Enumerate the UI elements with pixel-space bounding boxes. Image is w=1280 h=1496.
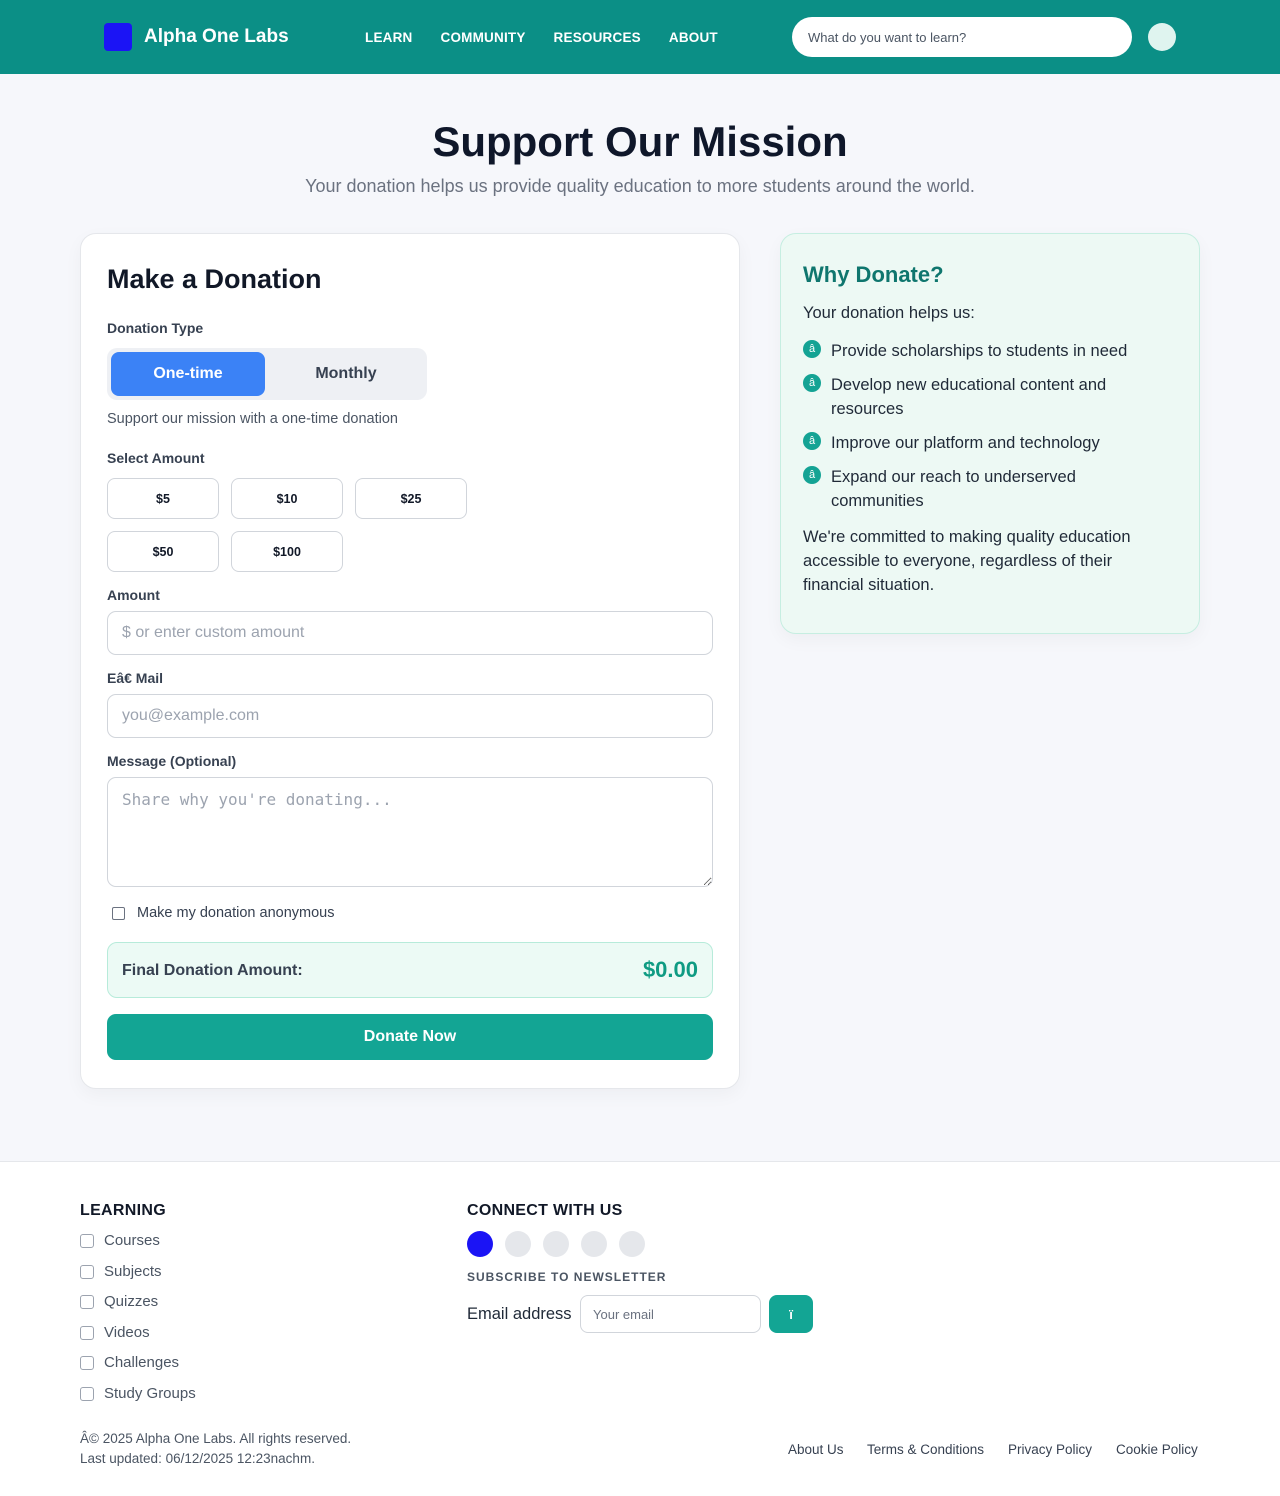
footer-link-privacy[interactable]: Privacy Policy bbox=[1008, 1442, 1092, 1457]
book-icon bbox=[80, 1233, 94, 1248]
trophy-icon bbox=[80, 1355, 94, 1370]
footer-link-study-groups[interactable]: Study Groups bbox=[80, 1385, 196, 1402]
nav-community[interactable]: COMMUNITY bbox=[441, 30, 526, 45]
copyright: Â© 2025 Alpha One Labs. All rights reser… bbox=[80, 1431, 352, 1446]
donate-now-button[interactable]: Donate Now bbox=[107, 1014, 713, 1060]
amount-input[interactable] bbox=[107, 611, 713, 655]
check-bullet-icon: â bbox=[803, 466, 821, 484]
search-input[interactable] bbox=[792, 17, 1132, 57]
email-label: Eâ€ Mail bbox=[107, 670, 164, 686]
footer-link-label: Study Groups bbox=[104, 1385, 196, 1402]
email-field[interactable] bbox=[107, 694, 713, 738]
footer-link-label: Subjects bbox=[104, 1263, 162, 1280]
footer-link-cookie[interactable]: Cookie Policy bbox=[1116, 1442, 1198, 1457]
avatar[interactable] bbox=[1148, 23, 1176, 51]
social-icon[interactable] bbox=[467, 1231, 493, 1257]
message-label: Message (Optional) bbox=[107, 753, 237, 769]
amount-50-button[interactable]: $50 bbox=[107, 531, 219, 572]
top-navigation-bar: Alpha One Labs LEARN COMMUNITY RESOURCES… bbox=[0, 0, 1280, 74]
final-amount-label: Final Donation Amount: bbox=[122, 962, 303, 979]
why-item-text: Develop new educational content and reso… bbox=[831, 376, 1107, 418]
why-item-text: Improve our platform and technology bbox=[831, 434, 1100, 452]
why-item-text: Expand our reach to underserved communit… bbox=[831, 468, 1076, 510]
group-icon bbox=[80, 1386, 94, 1401]
message-textarea[interactable] bbox=[107, 777, 713, 887]
donation-type-toggle: One-time Monthly bbox=[107, 348, 427, 400]
tag-icon bbox=[80, 1264, 94, 1279]
amount-5-button[interactable]: $5 bbox=[107, 478, 219, 519]
footer-link-quizzes[interactable]: Quizzes bbox=[80, 1293, 158, 1310]
footer-link-terms[interactable]: Terms & Conditions bbox=[867, 1442, 984, 1457]
learning-heading: LEARNING bbox=[80, 1202, 166, 1219]
newsletter-email-label: Email address bbox=[467, 1305, 572, 1323]
footer: LEARNING Courses Subjects Quizzes Videos… bbox=[0, 1161, 1280, 1496]
brand-logo bbox=[104, 23, 132, 51]
check-bullet-icon: â bbox=[803, 374, 821, 392]
footer-link-videos[interactable]: Videos bbox=[80, 1324, 150, 1341]
social-icon[interactable] bbox=[619, 1231, 645, 1257]
quiz-icon bbox=[80, 1294, 94, 1309]
social-icon[interactable] bbox=[581, 1231, 607, 1257]
why-donate-intro: Your donation helps us: bbox=[803, 304, 975, 322]
video-icon bbox=[80, 1325, 94, 1340]
check-bullet-icon: â bbox=[803, 432, 821, 450]
donation-form-heading: Make a Donation bbox=[107, 264, 322, 294]
nav-about[interactable]: ABOUT bbox=[669, 30, 718, 45]
newsletter-heading: SUBSCRIBE TO NEWSLETTER bbox=[467, 1270, 667, 1284]
social-icon[interactable] bbox=[505, 1231, 531, 1257]
footer-link-label: Videos bbox=[104, 1324, 150, 1341]
why-donate-title: Why Donate? bbox=[803, 262, 944, 287]
amount-10-button[interactable]: $10 bbox=[231, 478, 343, 519]
donation-type-label: Donation Type bbox=[107, 320, 204, 336]
donation-form-card: Make a Donation Donation Type One-time M… bbox=[80, 233, 740, 1089]
footer-link-courses[interactable]: Courses bbox=[80, 1232, 160, 1249]
one-time-option[interactable]: One-time bbox=[111, 352, 265, 396]
newsletter-subscribe-button[interactable]: ï bbox=[769, 1295, 813, 1333]
footer-link-label: Challenges bbox=[104, 1354, 180, 1371]
brand[interactable]: Alpha One Labs bbox=[104, 23, 289, 51]
final-amount-value: $0.00 bbox=[642, 957, 698, 982]
donation-type-hint: Support our mission with a one-time dona… bbox=[107, 411, 398, 427]
select-amount-label: Select Amount bbox=[107, 450, 205, 466]
footer-link-subjects[interactable]: Subjects bbox=[80, 1263, 162, 1280]
check-bullet-icon: â bbox=[803, 340, 821, 358]
footer-link-label: Quizzes bbox=[104, 1293, 159, 1310]
anonymous-checkbox[interactable] bbox=[112, 907, 125, 920]
last-updated: Last updated: 06/12/2025 12:23nachm. bbox=[80, 1451, 315, 1466]
amount-100-button[interactable]: $100 bbox=[231, 531, 343, 572]
footer-link-about-us[interactable]: About Us bbox=[788, 1442, 844, 1457]
page-subtitle: Your donation helps us provide quality e… bbox=[305, 176, 975, 196]
social-icon[interactable] bbox=[543, 1231, 569, 1257]
main-nav: LEARN COMMUNITY RESOURCES ABOUT bbox=[365, 30, 718, 45]
nav-resources[interactable]: RESOURCES bbox=[554, 30, 641, 45]
why-donate-panel: Why Donate? Your donation helps us: â Pr… bbox=[780, 233, 1200, 634]
final-amount-box: Final Donation Amount: $0.00 bbox=[107, 942, 713, 998]
page-title: Support Our Mission bbox=[432, 118, 848, 165]
monthly-option[interactable]: Monthly bbox=[269, 352, 423, 396]
brand-name: Alpha One Labs bbox=[144, 26, 289, 47]
anonymous-label: Make my donation anonymous bbox=[137, 905, 335, 921]
why-donate-outro: We're committed to making quality educat… bbox=[803, 528, 1131, 594]
amount-25-button[interactable]: $25 bbox=[355, 478, 467, 519]
nav-learn[interactable]: LEARN bbox=[365, 30, 413, 45]
footer-link-challenges[interactable]: Challenges bbox=[80, 1354, 179, 1371]
amount-label: Amount bbox=[107, 587, 160, 603]
connect-heading: CONNECT WITH US bbox=[467, 1202, 623, 1219]
why-item-text: Provide scholarships to students in need bbox=[831, 342, 1128, 360]
footer-link-label: Courses bbox=[104, 1232, 160, 1249]
newsletter-email-input[interactable] bbox=[580, 1295, 761, 1333]
